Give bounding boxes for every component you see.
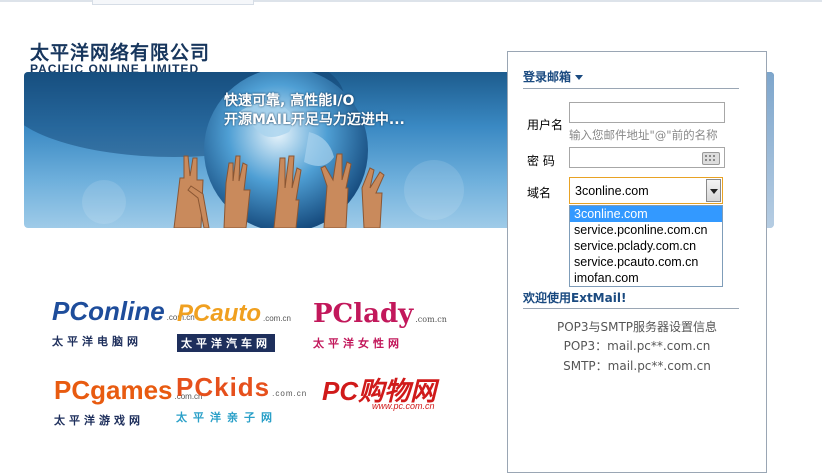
username-label: 用户名 — [527, 118, 564, 132]
logo-pckids[interactable]: PCkids .com.cn 太平洋亲子网 — [176, 373, 307, 425]
domain-selected-value: 3conline.com — [575, 184, 649, 198]
login-header-label: 登录邮箱 — [523, 70, 572, 84]
keyboard-icon[interactable] — [702, 152, 720, 165]
logo-pclady-domain: .com.cn — [415, 315, 447, 324]
logo-pckids-brand: PCkids — [176, 372, 271, 402]
caret-down-icon — [575, 75, 584, 80]
logo-pclady-brand: PClady — [313, 299, 414, 329]
banner-slogan: 快速可靠, 高性能I/O 开源MAIL开足马力迈进中... — [224, 92, 405, 130]
domain-option[interactable]: service.pconline.com.cn — [570, 222, 722, 238]
domain-option[interactable]: 3conline.com — [570, 206, 722, 222]
server-info-title: POP3与SMTP服务器设置信息 — [556, 320, 718, 334]
logo-pconline[interactable]: PConline .com.cn 太平洋电脑网 — [52, 297, 195, 349]
welcome-text: 欢迎使用ExtMail! — [523, 291, 627, 305]
company-name-en: PACIFIC ONLINE LIMITED — [30, 62, 200, 72]
logo-pconline-sub: 太平洋电脑网 — [52, 335, 142, 348]
password-label: 密 码 — [527, 154, 555, 168]
logo-pclady-sub: 太平洋女性网 — [313, 337, 403, 350]
domain-option[interactable]: service.pcauto.com.cn — [570, 254, 722, 270]
domain-option[interactable]: service.pclady.com.cn — [570, 238, 722, 254]
login-panel: 登录邮箱 用户名 输入您邮件地址"@"前的名称 密 码 域名 3conline.… — [507, 51, 767, 473]
welcome-divider — [523, 308, 739, 309]
domain-dropdown-list: 3conline.com service.pconline.com.cn ser… — [569, 205, 723, 287]
logo-pckids-sub: 太平洋亲子网 — [176, 411, 278, 424]
slogan-line-1: 快速可靠, 高性能I/O — [224, 93, 355, 109]
username-hint: 输入您邮件地址"@"前的名称 — [569, 128, 718, 142]
logo-pconline-brand: PConline — [52, 296, 165, 326]
username-input[interactable] — [569, 102, 725, 123]
logo-pcgames-brand: PCgames — [54, 375, 173, 405]
pop3-info: POP3：mail.pc**.com.cn — [563, 339, 711, 353]
logo-pcauto-domain: .com.cn — [263, 314, 292, 323]
logo-pcauto[interactable]: PCauto .com.cn 太平洋汽车网 — [177, 300, 291, 352]
logo-pcauto-sub: 太平洋汽车网 — [177, 334, 275, 352]
header-divider — [523, 88, 739, 89]
dropdown-arrow-icon[interactable] — [706, 179, 721, 202]
logo-pckids-domain: .com.cn — [272, 389, 308, 398]
slogan-line-2: 开源MAIL开足马力迈进中... — [224, 112, 405, 128]
password-input[interactable] — [569, 147, 725, 168]
domain-label: 域名 — [527, 186, 552, 200]
top-tab — [92, 0, 254, 5]
smtp-info: SMTP：mail.pc**.com.cn — [563, 359, 711, 373]
company-header: 太平洋网络有限公司 PACIFIC ONLINE LIMITED — [30, 42, 210, 72]
domain-select[interactable]: 3conline.com — [569, 177, 723, 204]
domain-option[interactable]: imofan.com — [570, 270, 722, 286]
logo-pclady[interactable]: PClady .com.cn 太平洋女性网 — [313, 300, 447, 351]
logo-pc-shopping[interactable]: PC购物网 www.pc.com.cn — [322, 377, 436, 411]
company-name-cn: 太平洋网络有限公司 — [30, 42, 211, 64]
logo-pcshop-domain: www.pc.com.cn — [372, 401, 435, 411]
login-header[interactable]: 登录邮箱 — [523, 68, 584, 85]
logo-pcauto-brand: PCauto — [177, 300, 261, 327]
